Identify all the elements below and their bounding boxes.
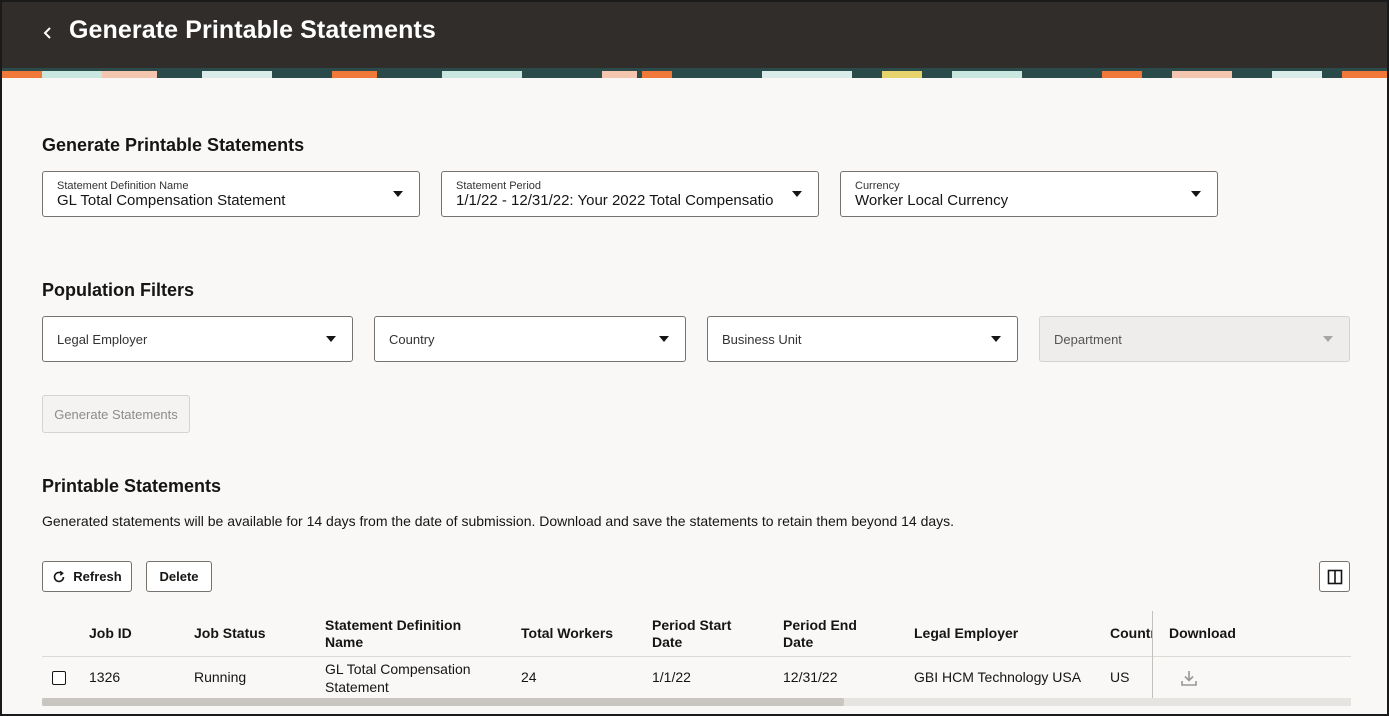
cell-statement-definition: GL Total Compensation Statement — [325, 660, 471, 696]
page-title: Generate Printable Statements — [69, 16, 436, 44]
country-select[interactable]: Country — [374, 316, 686, 362]
statements-table: Job ID Job Status Statement Definition N… — [42, 611, 1351, 700]
chevron-down-icon — [393, 191, 403, 197]
legal-employer-select[interactable]: Legal Employer — [42, 316, 353, 362]
download-button[interactable] — [1179, 668, 1199, 688]
refresh-label: Refresh — [73, 569, 122, 584]
col-header-period-end-line2: Date — [783, 634, 814, 650]
back-button[interactable] — [36, 21, 60, 45]
col-header-statement-definition[interactable]: Statement Definition Name — [325, 617, 461, 651]
chevron-down-icon — [326, 336, 336, 342]
cell-legal-employer: GBI HCM Technology USA — [914, 669, 1082, 685]
columns-button[interactable] — [1319, 561, 1350, 592]
statement-period-select[interactable]: Statement Period 1/1/22 - 12/31/22: Your… — [441, 171, 819, 217]
generate-section-title: Generate Printable Statements — [42, 135, 305, 155]
chevron-down-icon — [1323, 336, 1333, 342]
scrollbar-thumb[interactable] — [42, 698, 844, 706]
download-icon — [1181, 671, 1197, 686]
header-row-separator — [42, 656, 1351, 657]
cell-job-status: Running — [194, 669, 247, 685]
country-placeholder: Country — [389, 332, 435, 347]
frozen-column-divider — [1152, 611, 1153, 699]
printable-statements-title: Printable Statements — [42, 476, 222, 496]
cell-total-workers: 24 — [521, 669, 537, 685]
col-header-download[interactable]: Download — [1169, 625, 1236, 642]
delete-button[interactable]: Delete — [146, 561, 212, 592]
col-header-period-start-line2: Date — [652, 634, 683, 650]
banner-pattern — [2, 71, 1387, 78]
col-header-period-end-line1: Period End — [783, 617, 857, 633]
refresh-icon — [54, 570, 65, 582]
business-unit-placeholder: Business Unit — [722, 332, 802, 347]
cell-statement-definition-line2: Statement — [325, 679, 389, 695]
col-header-legal-employer[interactable]: Legal Employer — [914, 625, 1018, 642]
col-header-job-status[interactable]: Job Status — [194, 625, 266, 642]
horizontal-scrollbar[interactable] — [42, 698, 1351, 706]
cell-period-start: 1/1/22 — [652, 669, 691, 685]
retention-info-text: Generated statements will be available f… — [42, 513, 955, 529]
col-header-period-end[interactable]: Period End Date — [783, 617, 857, 651]
cell-country: US — [1110, 669, 1130, 685]
department-select: Department — [1039, 316, 1350, 362]
page-header: Generate Printable Statements — [2, 2, 1387, 68]
statement-period-label: Statement Period — [456, 180, 541, 192]
col-header-statement-definition-line2: Name — [325, 634, 364, 650]
app-frame: Generate Printable Statements Generate P… — [0, 0, 1389, 716]
cell-job-id: 1326 — [89, 669, 121, 685]
refresh-button[interactable]: Refresh — [42, 561, 132, 592]
department-placeholder: Department — [1054, 332, 1122, 347]
col-header-period-start-line1: Period Start — [652, 617, 732, 633]
legal-employer-placeholder: Legal Employer — [57, 332, 148, 347]
statement-definition-select[interactable]: Statement Definition Name GL Total Compe… — [42, 171, 420, 217]
chevron-left-icon — [43, 27, 51, 39]
currency-select[interactable]: Currency Worker Local Currency — [840, 171, 1218, 217]
row-select-checkbox[interactable] — [52, 671, 66, 685]
chevron-down-icon — [991, 336, 1001, 342]
col-header-total-workers[interactable]: Total Workers — [521, 625, 613, 642]
currency-label: Currency — [855, 180, 900, 192]
col-header-period-start[interactable]: Period Start Date — [652, 617, 731, 651]
col-header-statement-definition-line1: Statement Definition — [325, 617, 462, 633]
chevron-down-icon — [1191, 191, 1201, 197]
statement-definition-value: GL Total Compensation Statement — [57, 192, 286, 209]
cell-statement-definition-line1: GL Total Compensation — [325, 661, 471, 677]
currency-value: Worker Local Currency — [855, 192, 1009, 209]
col-header-country[interactable]: Countr — [1110, 625, 1152, 642]
generate-statements-button[interactable]: Generate Statements — [42, 395, 190, 433]
chevron-down-icon — [792, 191, 802, 197]
columns-icon — [1327, 569, 1342, 584]
chevron-down-icon — [659, 336, 669, 342]
population-filters-title: Population Filters — [42, 280, 195, 300]
cell-period-end: 12/31/22 — [783, 669, 838, 685]
statement-period-value: 1/1/22 - 12/31/22: Your 2022 Total Compe… — [456, 192, 774, 209]
business-unit-select[interactable]: Business Unit — [707, 316, 1018, 362]
decorative-banner — [2, 68, 1387, 78]
col-header-job-id[interactable]: Job ID — [89, 625, 132, 642]
statement-definition-label: Statement Definition Name — [57, 180, 189, 192]
